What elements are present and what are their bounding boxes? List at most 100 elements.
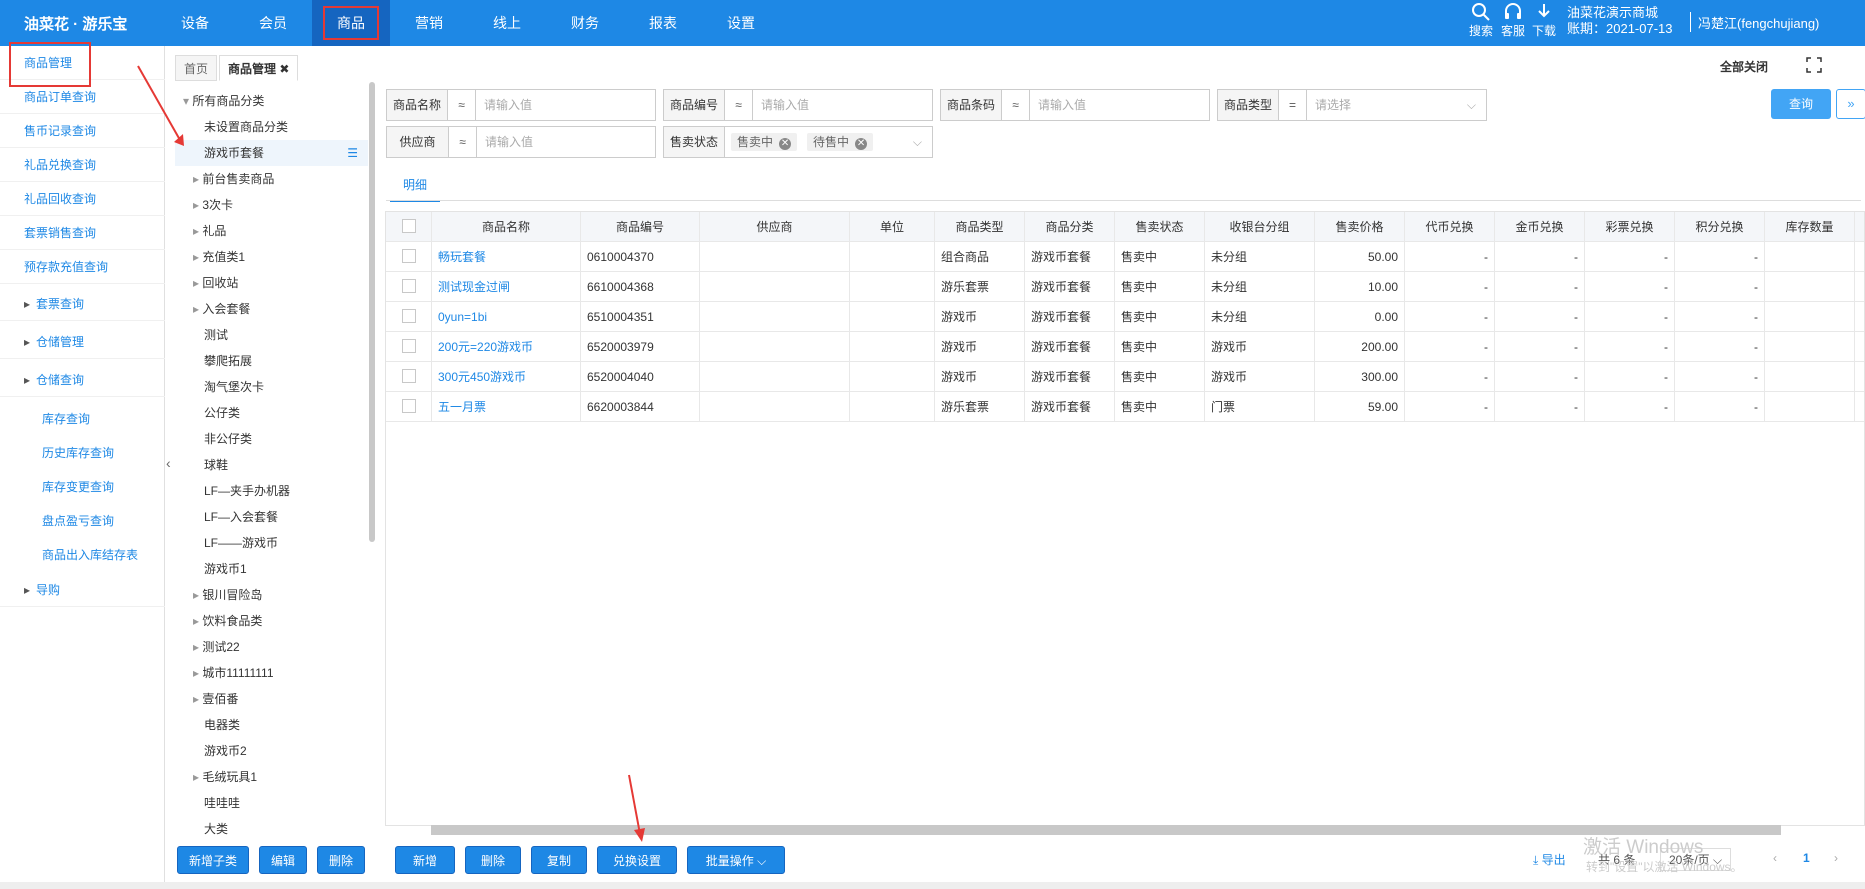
sidebar-group-ticket[interactable]: 套票查询 [0, 287, 165, 321]
column-header[interactable]: 商品类型 [935, 212, 1025, 242]
table-row[interactable]: 0yun=1bi 6510004351 游戏币 游戏币套餐 售卖中 未分组 0.00- - - - [386, 302, 1864, 332]
sale-status-select[interactable]: 售卖中 ✕ 待售中 ✕ ⌵ [725, 127, 932, 157]
tree-node[interactable]: 游戏币1 [175, 556, 368, 582]
close-icon[interactable]: ✕ [855, 138, 868, 150]
search-tool[interactable]: 搜索 [1464, 2, 1498, 39]
product-name-link[interactable]: 300元450游戏币 [432, 362, 581, 392]
next-page-icon[interactable]: › [1834, 851, 1838, 865]
column-header[interactable]: 供应商 [700, 212, 850, 242]
column-header[interactable]: 商品名称 [432, 212, 581, 242]
row-checkbox[interactable] [401, 369, 416, 383]
sidebar-item-in-out-balance[interactable]: 商品出入库结存表 [0, 538, 165, 572]
tree-node[interactable]: ▸ 前台售卖商品 [175, 166, 368, 192]
column-header[interactable]: 积分兑换 [1675, 212, 1765, 242]
edit-category-button[interactable]: 编辑 [259, 846, 308, 874]
filter-operator[interactable]: = [1279, 90, 1308, 120]
table-row[interactable]: 300元450游戏币 6520004040 游戏币 游戏币套餐 售卖中 游戏币 300.00… [386, 362, 1864, 392]
column-header[interactable]: 商品编号 [581, 212, 700, 242]
close-icon[interactable]: ✕ [779, 138, 792, 150]
sidebar-group-guide[interactable]: 导购 [0, 573, 165, 607]
sidebar-item-stock-change[interactable]: 库存变更查询 [0, 470, 165, 504]
tree-node[interactable]: ▸ 礼品 [175, 218, 368, 244]
supplier-input[interactable]: 请输入值 [477, 127, 655, 157]
select-all-checkbox[interactable] [401, 219, 416, 233]
product-type-select[interactable]: 请选择 ⌵ [1307, 90, 1486, 120]
sidebar-item-inventory-diff[interactable]: 盘点盈亏查询 [0, 504, 165, 538]
nav-settings[interactable]: 设置 [702, 0, 780, 46]
sidebar-item-gift-recycle[interactable]: 礼品回收查询 [0, 182, 165, 216]
close-all-button[interactable]: 全部关闭 [1720, 58, 1768, 75]
query-button[interactable]: 查询 [1771, 89, 1831, 119]
row-checkbox[interactable] [401, 309, 416, 323]
product-name-link[interactable]: 五一月票 [432, 392, 581, 422]
tree-node-selected[interactable]: 游戏币套餐 ☰ [175, 140, 368, 166]
tree-node[interactable]: 游戏币2 [175, 738, 368, 764]
tree-node[interactable]: ▸ 银川冒险岛 [175, 582, 368, 608]
filter-operator[interactable]: ≈ [449, 127, 477, 157]
batch-operation-button[interactable]: 批量操作 ⌵ [687, 846, 785, 874]
nav-device[interactable]: 设备 [156, 0, 234, 46]
tree-node[interactable]: ▸ 回收站 [175, 270, 368, 296]
column-header[interactable]: 代币兑换 [1405, 212, 1495, 242]
tree-node[interactable]: LF——游戏币 [175, 530, 368, 556]
tree-node[interactable]: ▸ 入会套餐 [175, 296, 368, 322]
add-button[interactable]: 新增 [395, 846, 455, 874]
nav-marketing[interactable]: 营销 [390, 0, 468, 46]
tree-node[interactable]: ▸ 城市11111111 [175, 660, 368, 686]
tree-node[interactable]: ▸ 饮料食品类 [175, 608, 368, 634]
tree-node[interactable]: 攀爬拓展 [175, 348, 368, 374]
tree-node[interactable]: LF—夹手办机器 [175, 478, 368, 504]
table-row[interactable]: 五一月票 6620003844 游乐套票 游戏币套餐 售卖中 门票 59.00- - - - [386, 392, 1864, 422]
add-subcategory-button[interactable]: 新增子类 [177, 846, 250, 874]
table-row[interactable]: 200元=220游戏币 6520003979 游戏币 游戏币套餐 售卖中 游戏币 200.0… [386, 332, 1864, 362]
close-icon[interactable]: ✖ [279, 62, 289, 76]
tab-detail[interactable]: 明细 [390, 175, 440, 202]
support-tool[interactable]: 客服 [1496, 2, 1530, 39]
user-name[interactable]: 冯楚江(fengchujiang) [1698, 13, 1819, 32]
tree-node[interactable]: 电器类 [175, 712, 368, 738]
product-name-link[interactable]: 测试现金过闸 [432, 272, 581, 302]
tree-node[interactable]: ▸ 壹佰番 [175, 686, 368, 712]
nav-finance[interactable]: 财务 [546, 0, 624, 46]
tree-node[interactable]: 公仔类 [175, 400, 368, 426]
tree-node[interactable]: 大类 [175, 816, 368, 840]
column-header[interactable]: 库存数量 [1765, 212, 1855, 242]
filter-operator[interactable]: ≈ [725, 90, 754, 120]
tree-node[interactable]: ▸ 充值类1 [175, 244, 368, 270]
sidebar-item-deposit[interactable]: 预存款充值查询 [0, 250, 165, 284]
prev-page-icon[interactable]: ‹ [1773, 851, 1777, 865]
nav-report[interactable]: 报表 [624, 0, 702, 46]
tree-node-root[interactable]: ▾ 所有商品分类 [175, 88, 368, 114]
product-name-link[interactable]: 畅玩套餐 [432, 242, 581, 272]
sidebar-group-storage-query[interactable]: 仓储查询 [0, 363, 165, 397]
table-row[interactable]: 畅玩套餐 0610004370 组合商品 游戏币套餐 售卖中 未分组 50.00- - - - [386, 242, 1864, 272]
sidebar-item-stock-history[interactable]: 历史库存查询 [0, 436, 165, 470]
product-name-input[interactable]: 请输入值 [476, 90, 655, 120]
tree-node[interactable]: ▸ 测试22 [175, 634, 368, 660]
product-name-link[interactable]: 200元=220游戏币 [432, 332, 581, 362]
sidebar-item-stock[interactable]: 库存查询 [0, 402, 165, 436]
tree-node[interactable]: 淘气堡次卡 [175, 374, 368, 400]
column-header[interactable]: 收银台分组 [1205, 212, 1315, 242]
list-icon[interactable]: ☰ [347, 140, 358, 166]
column-header[interactable]: 售卖状态 [1115, 212, 1205, 242]
tab-product-manage[interactable]: 商品管理 ✖ [219, 55, 299, 81]
tree-node[interactable]: 测试 [175, 322, 368, 348]
tree-node[interactable]: LF—入会套餐 [175, 504, 368, 530]
sidebar-item-ticket-sale[interactable]: 套票销售查询 [0, 216, 165, 250]
row-checkbox[interactable] [401, 249, 416, 263]
row-checkbox[interactable] [401, 339, 416, 353]
filter-operator[interactable]: ≈ [448, 90, 477, 120]
column-header[interactable]: 商品分类 [1025, 212, 1115, 242]
export-link[interactable]: ⤓ 导出 [1533, 851, 1566, 868]
fullscreen-icon[interactable] [1806, 57, 1822, 76]
sidebar-group-storage-manage[interactable]: 仓储管理 [0, 325, 165, 359]
column-header[interactable]: 金币兑换 [1495, 212, 1585, 242]
barcode-input[interactable]: 请输入值 [1030, 90, 1209, 120]
tree-node[interactable]: ▸ 毛绒玩具1 [175, 764, 368, 790]
expand-filter-button[interactable]: » [1836, 89, 1865, 119]
product-name-link[interactable]: 0yun=1bi [432, 302, 581, 332]
column-header[interactable]: 售卖价格 [1315, 212, 1405, 242]
tree-node[interactable]: 非公仔类 [175, 426, 368, 452]
product-code-input[interactable]: 请输入值 [753, 90, 932, 120]
